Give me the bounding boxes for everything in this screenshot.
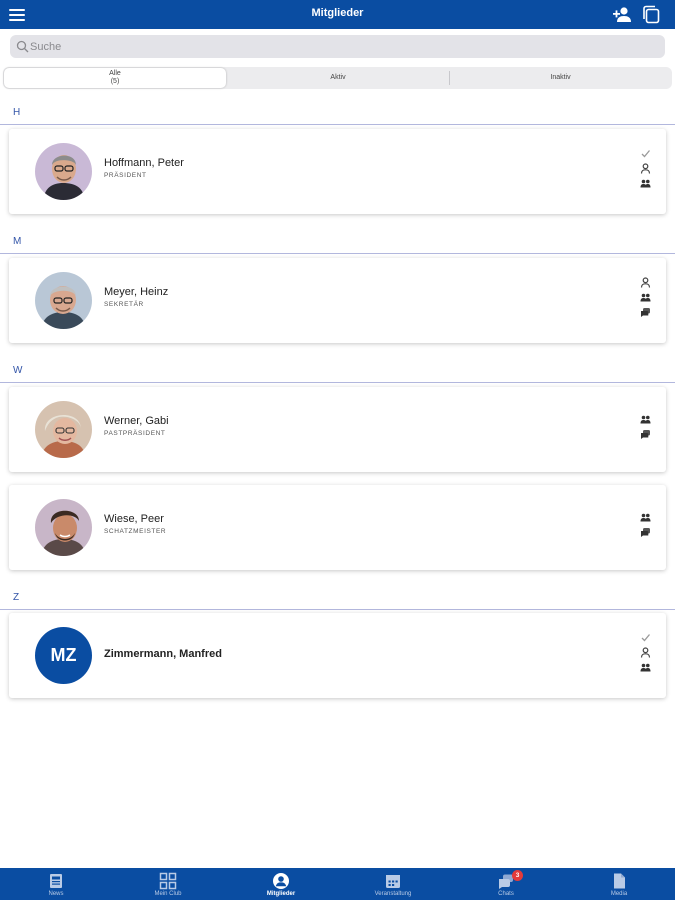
- check-icon: [641, 150, 650, 158]
- tab-chats[interactable]: 3 Chats: [450, 868, 562, 900]
- person-icon: [640, 277, 651, 288]
- member-role: PRÄSIDENT: [104, 172, 147, 179]
- news-icon: [50, 874, 62, 888]
- member-status-icons: [640, 632, 654, 677]
- tab-news[interactable]: News: [0, 868, 112, 900]
- tab-veranstaltung[interactable]: Veranstaltung: [337, 868, 449, 900]
- chats-badge: 3: [512, 870, 523, 881]
- member-card-zimmermann[interactable]: MZ Zimmermann, Manfred: [9, 613, 666, 698]
- tab-mitglieder[interactable]: Mitglieder: [225, 868, 337, 900]
- section-divider: [0, 609, 675, 610]
- grid-icon: [159, 872, 177, 890]
- avatar-initials: MZ: [35, 627, 92, 684]
- calendar-icon: [386, 875, 400, 888]
- group-icon: [640, 663, 651, 672]
- member-role: SCHATZMEISTER: [104, 528, 167, 535]
- filter-all[interactable]: Alle (5): [4, 68, 226, 88]
- section-divider: [0, 382, 675, 383]
- tab-mein-club-label: Mein Club: [154, 891, 182, 897]
- filter-all-label: Alle: [109, 70, 121, 77]
- app: Mitglieder Alle (5) Aktiv Inaktiv: [0, 0, 675, 900]
- document-icon: [614, 873, 625, 889]
- bottom-tab-bar: News Mein Club Mitglieder Veranstaltung …: [0, 868, 675, 900]
- member-name: Meyer, Heinz: [104, 286, 169, 298]
- section-divider: [0, 124, 675, 125]
- search-icon: [16, 40, 29, 53]
- group-icon: [640, 415, 651, 424]
- member-icon: [273, 873, 289, 889]
- member-card-hoffmann[interactable]: Hoffmann, Peter PRÄSIDENT: [9, 129, 666, 214]
- member-name: Werner, Gabi: [104, 415, 169, 427]
- chat-icon: [641, 308, 650, 317]
- member-status-icons: [640, 512, 654, 542]
- member-status-icons: [640, 148, 654, 193]
- add-person-icon[interactable]: [612, 6, 632, 23]
- member-card-werner[interactable]: Werner, Gabi PASTPRÄSIDENT: [9, 387, 666, 472]
- filter-segment: Alle (5) Aktiv Inaktiv: [3, 67, 672, 89]
- avatar: [35, 272, 92, 329]
- tab-media-label: Media: [610, 891, 628, 897]
- filter-active[interactable]: Aktiv: [227, 68, 449, 88]
- group-icon: [640, 293, 651, 302]
- tab-veranstaltung-label: Veranstaltung: [374, 891, 412, 897]
- member-role: SEKRETÄR: [104, 301, 144, 308]
- chat-icon: [641, 528, 650, 537]
- member-status-icons: [640, 277, 654, 322]
- top-bar: Mitglieder: [0, 0, 675, 29]
- group-icon: [640, 179, 651, 188]
- avatar: [35, 401, 92, 458]
- search-bar[interactable]: [10, 35, 665, 58]
- page-title: Mitglieder: [311, 7, 364, 19]
- search-input[interactable]: [30, 38, 650, 55]
- avatar: [35, 143, 92, 200]
- member-name: Wiese, Peer: [104, 513, 164, 525]
- member-name: Hoffmann, Peter: [104, 157, 184, 169]
- member-name: Zimmermann, Manfred: [104, 648, 222, 660]
- section-letter-m: M: [13, 236, 22, 247]
- section-divider: [0, 253, 675, 254]
- section-letter-w: W: [13, 365, 23, 376]
- copy-icon[interactable]: [641, 5, 661, 24]
- person-icon: [640, 163, 651, 174]
- check-icon: [641, 634, 650, 642]
- filter-inactive-label: Inaktiv: [550, 74, 571, 81]
- filter-all-count: (5): [110, 78, 120, 85]
- member-role: PASTPRÄSIDENT: [104, 430, 166, 437]
- section-letter-h: H: [13, 107, 21, 118]
- avatar: [35, 499, 92, 556]
- tab-mein-club[interactable]: Mein Club: [112, 868, 224, 900]
- tab-mitglieder-label: Mitglieder: [266, 891, 296, 897]
- person-icon: [640, 647, 651, 658]
- member-status-icons: [640, 414, 654, 444]
- tab-news-label: News: [48, 891, 64, 897]
- tab-chats-label: Chats: [498, 891, 514, 897]
- chat-icon: [641, 430, 650, 439]
- filter-active-label: Aktiv: [330, 74, 346, 81]
- member-card-wiese[interactable]: Wiese, Peer SCHATZMEISTER: [9, 485, 666, 570]
- section-letter-z: Z: [13, 592, 20, 603]
- tab-media[interactable]: Media: [563, 868, 675, 900]
- filter-inactive[interactable]: Inaktiv: [450, 68, 671, 88]
- group-icon: [640, 513, 651, 522]
- member-card-meyer[interactable]: Meyer, Heinz SEKRETÄR: [9, 258, 666, 343]
